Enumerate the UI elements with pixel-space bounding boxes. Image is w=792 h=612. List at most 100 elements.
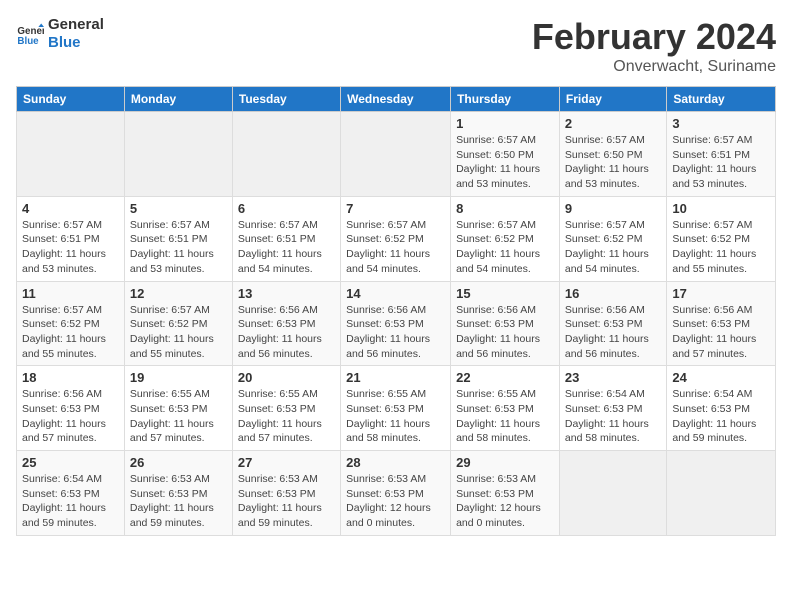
day-number: 20 xyxy=(238,370,335,385)
weekday-header-monday: Monday xyxy=(124,87,232,112)
calendar-body: 1 Sunrise: 6:57 AM Sunset: 6:50 PM Daylig… xyxy=(17,112,776,536)
day-detail: Sunrise: 6:57 AM Sunset: 6:52 PM Dayligh… xyxy=(22,303,119,362)
day-number: 6 xyxy=(238,201,335,216)
day-detail: Sunrise: 6:54 AM Sunset: 6:53 PM Dayligh… xyxy=(672,387,770,446)
weekday-header-row: SundayMondayTuesdayWednesdayThursdayFrid… xyxy=(17,87,776,112)
calendar-week-2: 4 Sunrise: 6:57 AM Sunset: 6:51 PM Daylig… xyxy=(17,196,776,281)
day-number: 17 xyxy=(672,286,770,301)
day-detail: Sunrise: 6:57 AM Sunset: 6:51 PM Dayligh… xyxy=(672,133,770,192)
day-detail: Sunrise: 6:56 AM Sunset: 6:53 PM Dayligh… xyxy=(672,303,770,362)
calendar-cell: 7 Sunrise: 6:57 AM Sunset: 6:52 PM Daylig… xyxy=(341,196,451,281)
day-detail: Sunrise: 6:56 AM Sunset: 6:53 PM Dayligh… xyxy=(456,303,554,362)
day-number: 28 xyxy=(346,455,445,470)
calendar-cell: 16 Sunrise: 6:56 AM Sunset: 6:53 PM Dayli… xyxy=(559,281,666,366)
weekday-header-thursday: Thursday xyxy=(451,87,560,112)
calendar-cell xyxy=(341,112,451,197)
day-detail: Sunrise: 6:55 AM Sunset: 6:53 PM Dayligh… xyxy=(238,387,335,446)
calendar-cell: 27 Sunrise: 6:53 AM Sunset: 6:53 PM Dayli… xyxy=(232,451,340,536)
day-detail: Sunrise: 6:56 AM Sunset: 6:53 PM Dayligh… xyxy=(22,387,119,446)
day-detail: Sunrise: 6:57 AM Sunset: 6:51 PM Dayligh… xyxy=(238,218,335,277)
day-detail: Sunrise: 6:56 AM Sunset: 6:53 PM Dayligh… xyxy=(565,303,661,362)
calendar-table: SundayMondayTuesdayWednesdayThursdayFrid… xyxy=(16,86,776,536)
calendar-cell: 21 Sunrise: 6:55 AM Sunset: 6:53 PM Dayli… xyxy=(341,366,451,451)
calendar-cell: 11Sunrise: 6:57 AM Sunset: 6:52 PM Dayli… xyxy=(17,281,125,366)
day-number: 2 xyxy=(565,116,661,131)
day-number: 4 xyxy=(22,201,119,216)
calendar-cell: 10Sunrise: 6:57 AM Sunset: 6:52 PM Dayli… xyxy=(667,196,776,281)
day-detail: Sunrise: 6:53 AM Sunset: 6:53 PM Dayligh… xyxy=(346,472,445,531)
day-number: 5 xyxy=(130,201,227,216)
calendar-title: February 2024 xyxy=(532,16,776,58)
day-detail: Sunrise: 6:57 AM Sunset: 6:52 PM Dayligh… xyxy=(130,303,227,362)
day-detail: Sunrise: 6:53 AM Sunset: 6:53 PM Dayligh… xyxy=(456,472,554,531)
calendar-cell: 28 Sunrise: 6:53 AM Sunset: 6:53 PM Dayli… xyxy=(341,451,451,536)
calendar-cell: 18 Sunrise: 6:56 AM Sunset: 6:53 PM Dayli… xyxy=(17,366,125,451)
calendar-cell xyxy=(124,112,232,197)
day-number: 26 xyxy=(130,455,227,470)
calendar-cell: 24 Sunrise: 6:54 AM Sunset: 6:53 PM Dayli… xyxy=(667,366,776,451)
calendar-cell xyxy=(559,451,666,536)
day-number: 15 xyxy=(456,286,554,301)
calendar-cell: 12 Sunrise: 6:57 AM Sunset: 6:52 PM Dayli… xyxy=(124,281,232,366)
calendar-cell xyxy=(17,112,125,197)
svg-text:Blue: Blue xyxy=(17,36,39,47)
day-number: 21 xyxy=(346,370,445,385)
calendar-cell: 1 Sunrise: 6:57 AM Sunset: 6:50 PM Daylig… xyxy=(451,112,560,197)
day-detail: Sunrise: 6:55 AM Sunset: 6:53 PM Dayligh… xyxy=(130,387,227,446)
calendar-cell: 23Sunrise: 6:54 AM Sunset: 6:53 PM Dayli… xyxy=(559,366,666,451)
weekday-header-friday: Friday xyxy=(559,87,666,112)
weekday-header-tuesday: Tuesday xyxy=(232,87,340,112)
calendar-cell: 26Sunrise: 6:53 AM Sunset: 6:53 PM Dayli… xyxy=(124,451,232,536)
day-number: 14 xyxy=(346,286,445,301)
day-number: 29 xyxy=(456,455,554,470)
day-detail: Sunrise: 6:57 AM Sunset: 6:50 PM Dayligh… xyxy=(456,133,554,192)
calendar-cell: 4 Sunrise: 6:57 AM Sunset: 6:51 PM Daylig… xyxy=(17,196,125,281)
calendar-cell: 15 Sunrise: 6:56 AM Sunset: 6:53 PM Dayli… xyxy=(451,281,560,366)
day-number: 16 xyxy=(565,286,661,301)
day-detail: Sunrise: 6:53 AM Sunset: 6:53 PM Dayligh… xyxy=(238,472,335,531)
calendar-cell: 2 Sunrise: 6:57 AM Sunset: 6:50 PM Daylig… xyxy=(559,112,666,197)
day-detail: Sunrise: 6:54 AM Sunset: 6:53 PM Dayligh… xyxy=(22,472,119,531)
day-detail: Sunrise: 6:57 AM Sunset: 6:50 PM Dayligh… xyxy=(565,133,661,192)
calendar-week-1: 1 Sunrise: 6:57 AM Sunset: 6:50 PM Daylig… xyxy=(17,112,776,197)
calendar-cell: 20 Sunrise: 6:55 AM Sunset: 6:53 PM Dayli… xyxy=(232,366,340,451)
day-detail: Sunrise: 6:55 AM Sunset: 6:53 PM Dayligh… xyxy=(346,387,445,446)
calendar-cell xyxy=(232,112,340,197)
calendar-cell: 22Sunrise: 6:55 AM Sunset: 6:53 PM Dayli… xyxy=(451,366,560,451)
day-number: 7 xyxy=(346,201,445,216)
day-number: 1 xyxy=(456,116,554,131)
day-detail: Sunrise: 6:56 AM Sunset: 6:53 PM Dayligh… xyxy=(238,303,335,362)
calendar-cell: 14 Sunrise: 6:56 AM Sunset: 6:53 PM Dayli… xyxy=(341,281,451,366)
day-number: 9 xyxy=(565,201,661,216)
day-number: 19 xyxy=(130,370,227,385)
calendar-cell: 25Sunrise: 6:54 AM Sunset: 6:53 PM Dayli… xyxy=(17,451,125,536)
calendar-week-3: 11Sunrise: 6:57 AM Sunset: 6:52 PM Dayli… xyxy=(17,281,776,366)
logo-line2: Blue xyxy=(48,34,104,52)
day-number: 18 xyxy=(22,370,119,385)
title-block: February 2024 Onverwacht, Suriname xyxy=(532,16,776,76)
day-detail: Sunrise: 6:56 AM Sunset: 6:53 PM Dayligh… xyxy=(346,303,445,362)
day-detail: Sunrise: 6:57 AM Sunset: 6:51 PM Dayligh… xyxy=(130,218,227,277)
day-detail: Sunrise: 6:57 AM Sunset: 6:52 PM Dayligh… xyxy=(346,218,445,277)
calendar-cell: 17 Sunrise: 6:56 AM Sunset: 6:53 PM Dayli… xyxy=(667,281,776,366)
day-number: 24 xyxy=(672,370,770,385)
day-detail: Sunrise: 6:57 AM Sunset: 6:52 PM Dayligh… xyxy=(456,218,554,277)
logo: General Blue General Blue xyxy=(16,16,104,52)
day-number: 8 xyxy=(456,201,554,216)
calendar-cell: 29 Sunrise: 6:53 AM Sunset: 6:53 PM Dayli… xyxy=(451,451,560,536)
calendar-cell: 19 Sunrise: 6:55 AM Sunset: 6:53 PM Dayli… xyxy=(124,366,232,451)
logo-line1: General xyxy=(48,16,104,34)
calendar-subtitle: Onverwacht, Suriname xyxy=(532,58,776,76)
day-number: 23 xyxy=(565,370,661,385)
day-number: 10 xyxy=(672,201,770,216)
day-detail: Sunrise: 6:57 AM Sunset: 6:51 PM Dayligh… xyxy=(22,218,119,277)
weekday-header-saturday: Saturday xyxy=(667,87,776,112)
calendar-cell: 13 Sunrise: 6:56 AM Sunset: 6:53 PM Dayli… xyxy=(232,281,340,366)
calendar-week-5: 25Sunrise: 6:54 AM Sunset: 6:53 PM Dayli… xyxy=(17,451,776,536)
logo-icon: General Blue xyxy=(16,20,44,48)
day-number: 27 xyxy=(238,455,335,470)
calendar-cell xyxy=(667,451,776,536)
day-number: 12 xyxy=(130,286,227,301)
day-number: 13 xyxy=(238,286,335,301)
day-detail: Sunrise: 6:57 AM Sunset: 6:52 PM Dayligh… xyxy=(565,218,661,277)
